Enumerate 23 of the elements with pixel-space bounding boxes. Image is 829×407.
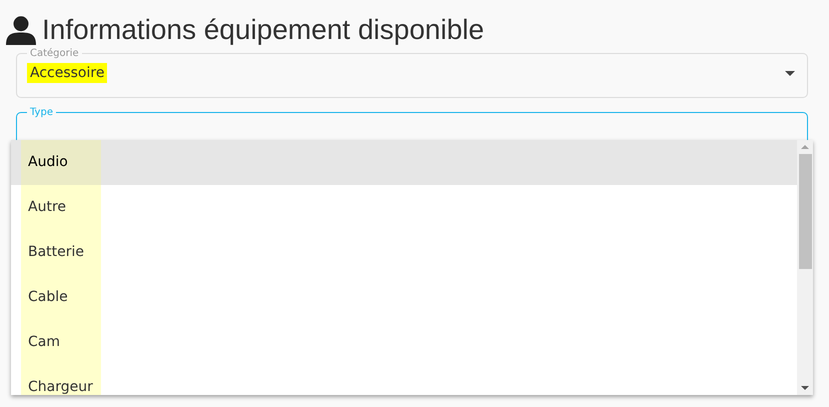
field-label: Catégorie xyxy=(29,48,80,59)
option-label: Cam xyxy=(21,320,101,365)
field-label: Type xyxy=(29,107,54,118)
dropdown-option[interactable]: Chargeur xyxy=(11,365,797,395)
option-label: Batterie xyxy=(21,230,101,275)
page-title: Informations équipement disponible xyxy=(42,14,484,46)
scroll-up-icon[interactable] xyxy=(801,145,809,149)
option-label: Cable xyxy=(21,275,101,320)
option-label: Autre xyxy=(21,185,101,230)
scrollbar-thumb[interactable] xyxy=(798,154,812,269)
dropdown-option[interactable]: Autre xyxy=(11,185,797,230)
field-value: Accessoire xyxy=(27,63,108,83)
user-icon xyxy=(6,15,36,45)
dropdown-option[interactable]: Audio xyxy=(11,140,797,185)
scroll-down-icon[interactable] xyxy=(801,386,809,390)
dropdown-option[interactable]: Cable xyxy=(11,275,797,320)
scrollbar[interactable] xyxy=(797,140,813,395)
option-label: Chargeur xyxy=(21,365,101,395)
dropdown-option[interactable]: Batterie xyxy=(11,230,797,275)
caret-icon[interactable] xyxy=(785,70,795,76)
option-label: Audio xyxy=(21,140,101,185)
select-field[interactable]: Catégorie Accessoire xyxy=(16,48,808,98)
dropdown-option[interactable]: Cam xyxy=(11,320,797,365)
